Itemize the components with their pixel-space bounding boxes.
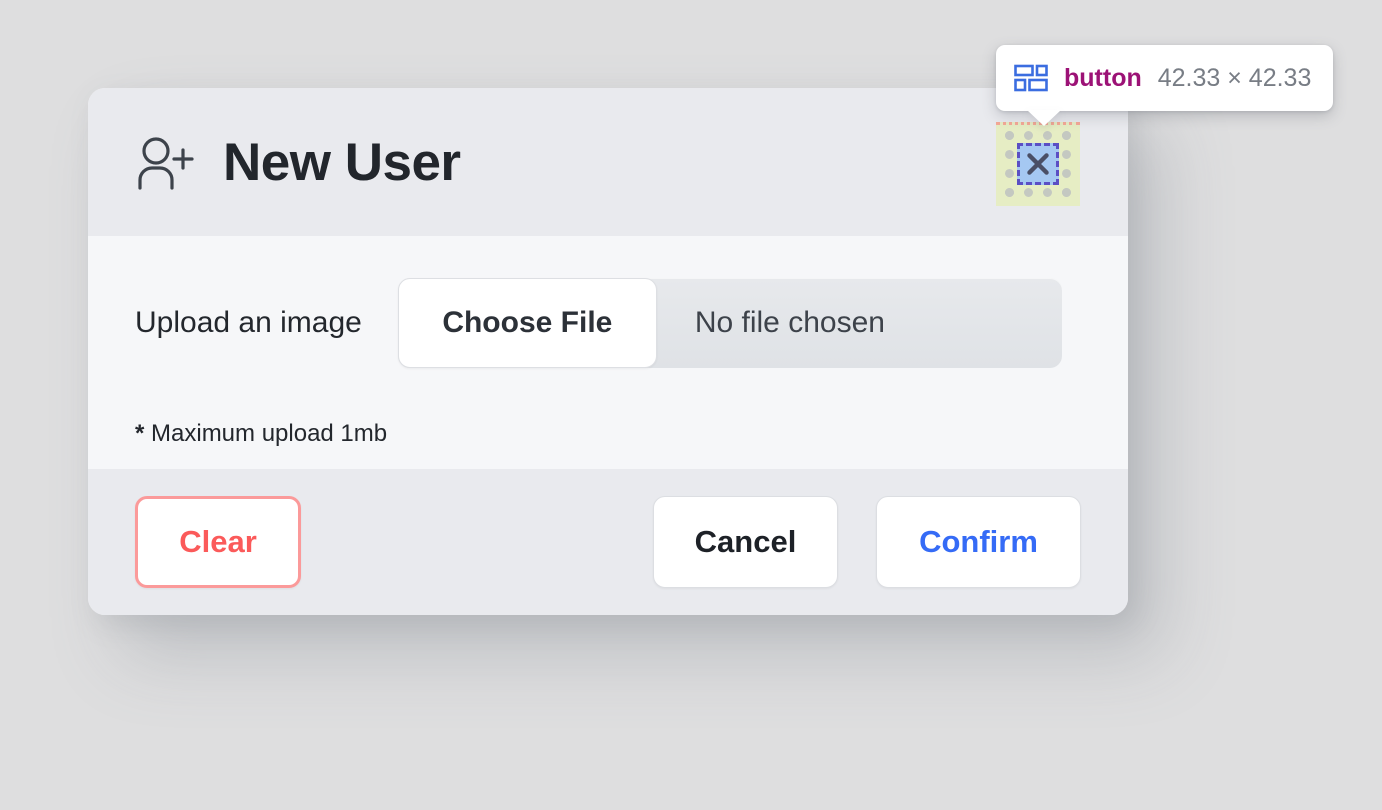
upload-hint-asterisk: * xyxy=(135,420,145,447)
close-button[interactable] xyxy=(1039,141,1081,183)
layout-blocks-icon xyxy=(1014,64,1048,92)
upload-hint-text: Maximum upload 1mb xyxy=(151,420,388,447)
dialog-footer: Clear Cancel Confirm xyxy=(88,469,1128,615)
dialog-header-left: New User xyxy=(135,132,461,192)
inspector-tooltip-tag: button xyxy=(1064,63,1142,92)
file-status-text: No file chosen xyxy=(694,306,885,339)
confirm-button[interactable]: Confirm xyxy=(876,496,1081,588)
inspector-tooltip-pointer xyxy=(1027,110,1061,126)
upload-image-label: Upload an image xyxy=(135,306,362,339)
file-upload-input[interactable]: Choose File No file chosen xyxy=(397,278,1062,368)
close-x-icon xyxy=(1045,146,1075,179)
cancel-button[interactable]: Cancel xyxy=(653,496,838,588)
page-title: New User xyxy=(223,132,461,192)
dialog-header: New User xyxy=(88,88,1128,236)
upload-row: Upload an image Choose File No file chos… xyxy=(135,278,1081,368)
clear-button[interactable]: Clear xyxy=(135,496,301,588)
inspector-tooltip: button 42.33 × 42.33 xyxy=(996,45,1334,126)
dialog-body: Upload an image Choose File No file chos… xyxy=(88,236,1128,469)
inspector-tooltip-size: 42.33 × 42.33 xyxy=(1157,63,1312,92)
new-user-dialog: New User Upload an image Choose File No … xyxy=(88,88,1128,615)
upload-hint: * Maximum upload 1mb xyxy=(135,420,1081,448)
user-plus-icon xyxy=(135,132,197,192)
choose-file-button[interactable]: Choose File xyxy=(397,278,657,368)
